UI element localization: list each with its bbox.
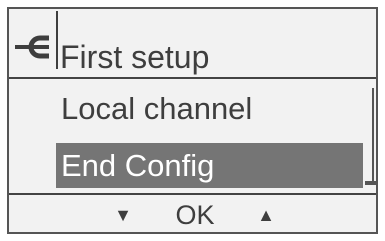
triangle-up-icon[interactable]: ▲ — [251, 197, 281, 232]
page-title: First setup — [60, 39, 210, 75]
ok-button[interactable]: OK — [170, 197, 220, 232]
display-frame: First setup Local channel End Config ▼ O… — [7, 7, 378, 234]
scrollbar-thumb[interactable] — [365, 181, 376, 185]
triangle-down-icon[interactable]: ▼ — [108, 197, 138, 232]
scrollbar-track[interactable] — [372, 88, 374, 183]
header-divider — [56, 11, 58, 69]
footer-separator — [9, 193, 376, 195]
device-screen: First setup Local channel End Config ▼ O… — [0, 0, 385, 241]
menu-item-local-channel[interactable]: Local channel — [56, 88, 363, 130]
header-separator — [9, 77, 376, 79]
plug-icon — [15, 35, 49, 59]
menu-item-end-config[interactable]: End Config — [56, 143, 363, 188]
